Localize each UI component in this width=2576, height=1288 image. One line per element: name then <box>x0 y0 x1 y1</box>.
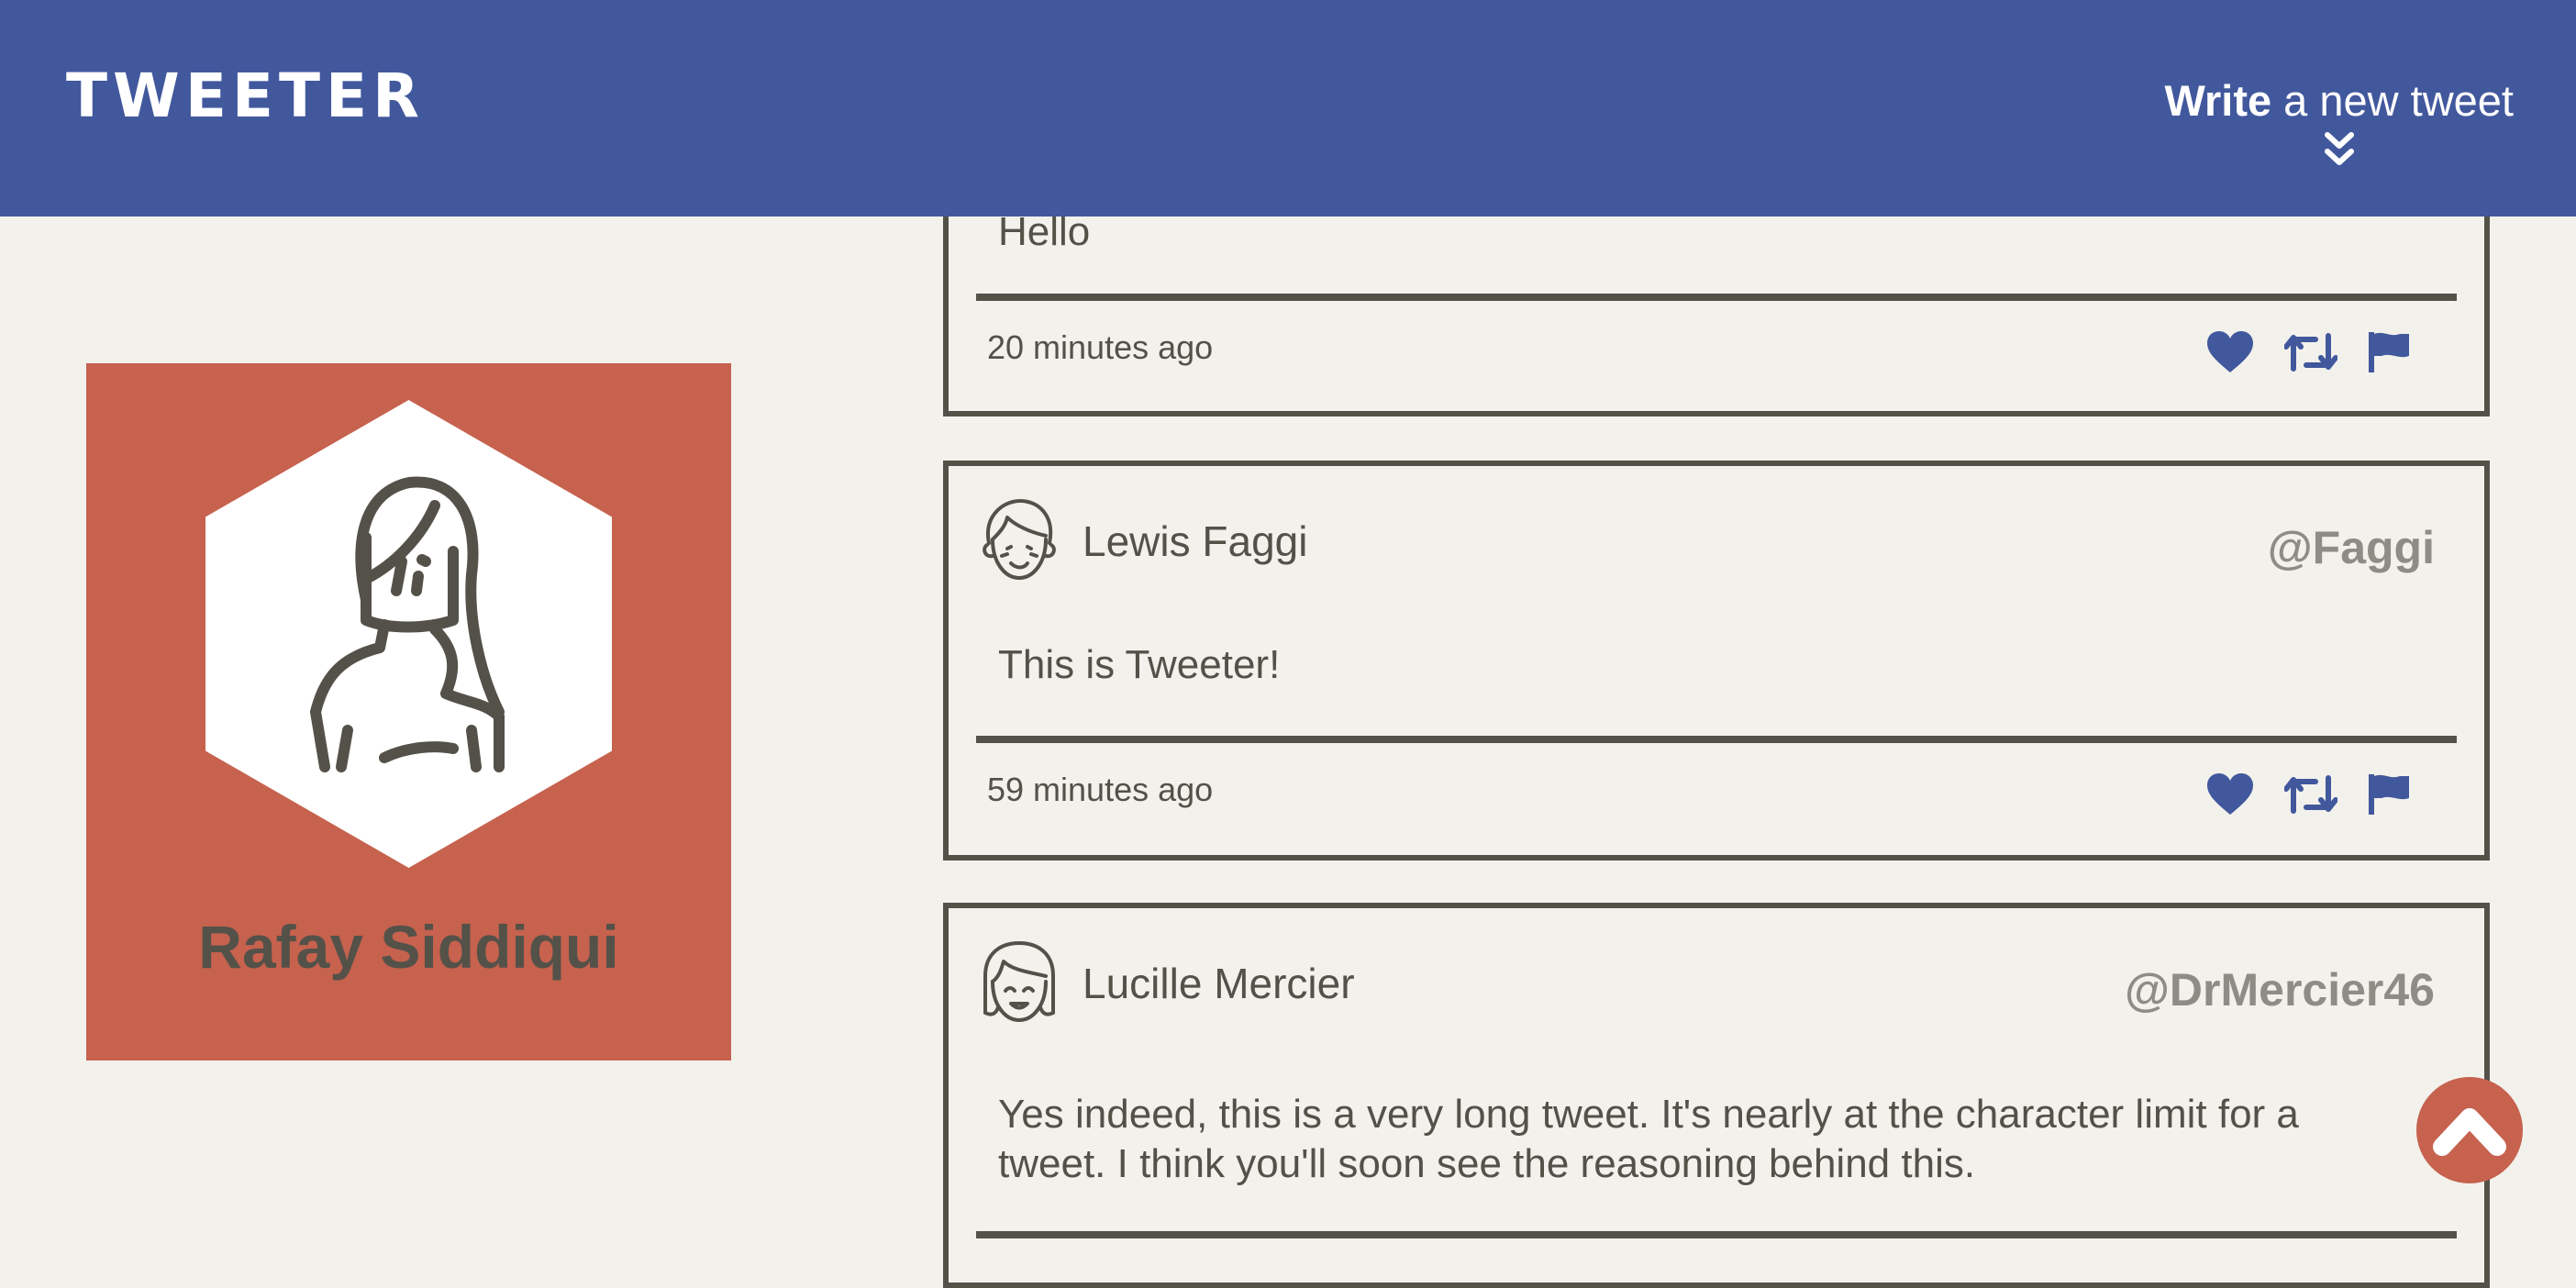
heart-icon[interactable] <box>2205 772 2255 816</box>
compose-tweet-button[interactable]: Write a new tweet <box>2164 75 2514 168</box>
retweet-icon[interactable] <box>2284 774 2337 815</box>
author-name[interactable]: Lucille Mercier <box>1083 959 1355 1008</box>
tweet-divider <box>976 1231 2457 1238</box>
profile-card: Rafay Siddiqui <box>86 363 731 1060</box>
brand-logo[interactable]: TWEETER <box>66 66 425 127</box>
compose-label-strong: Write <box>2164 76 2272 125</box>
chevron-up-icon <box>2433 1108 2506 1156</box>
tweet-body: Yes indeed, this is a very long tweet. I… <box>998 1092 2299 1186</box>
chevron-double-down-icon <box>2324 132 2354 165</box>
author-avatar <box>983 941 1055 1022</box>
author-name[interactable]: Lewis Faggi <box>1083 516 1307 566</box>
profile-name: Rafay Siddiqui <box>198 913 619 981</box>
author-handle[interactable]: @DrMercier46 <box>2125 963 2435 1016</box>
tweet-actions <box>2205 330 2411 374</box>
tweet-card: Lewis Faggi @Faggi This is Tweeter! 59 m… <box>943 461 2490 861</box>
tweet-timestamp: 20 minutes ago <box>987 328 1214 366</box>
tweet-timestamp: 59 minutes ago <box>987 771 1214 808</box>
heart-icon[interactable] <box>2205 330 2255 374</box>
flag-icon[interactable] <box>2367 330 2411 374</box>
tweet-divider <box>976 736 2457 743</box>
tweet-card: Lucille Mercier @DrMercier46 Yes indeed,… <box>943 903 2490 1288</box>
top-nav: TWEETER Write a new tweet <box>0 0 2576 217</box>
tweet-actions <box>2205 772 2411 816</box>
scroll-to-top-button[interactable] <box>2416 1077 2523 1183</box>
tweet-author: Lewis Faggi <box>980 497 1307 585</box>
tweet-author: Lucille Mercier <box>980 939 1355 1027</box>
profile-avatar <box>205 400 612 868</box>
tweet-divider <box>976 294 2457 301</box>
compose-label: a new tweet <box>2271 76 2514 125</box>
flag-icon[interactable] <box>2367 772 2411 816</box>
author-handle[interactable]: @Faggi <box>2268 521 2435 574</box>
author-avatar <box>983 499 1056 580</box>
tweet-card: Hello 20 minutes ago <box>943 183 2490 416</box>
retweet-icon[interactable] <box>2284 332 2337 372</box>
tweet-body: This is Tweeter! <box>998 642 1281 687</box>
